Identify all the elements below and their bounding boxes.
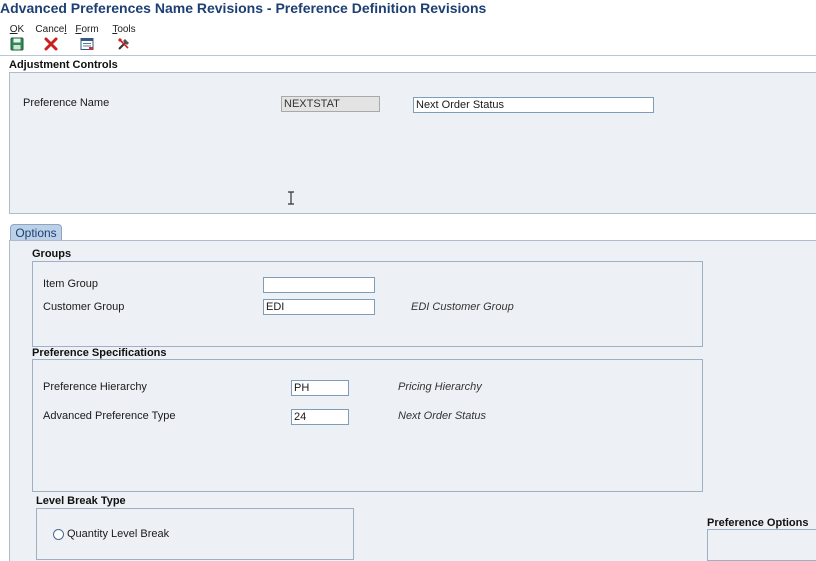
preference-name-code-field: NEXTSTAT: [281, 96, 380, 112]
cancel-button[interactable]: Cancel: [34, 24, 68, 52]
adjustment-controls-panel: Preference Name NEXTSTAT Next Order Stat…: [9, 72, 816, 214]
customer-group-label: Customer Group: [43, 301, 125, 313]
tools-label: Tools: [112, 24, 136, 35]
groups-box: Item Group Customer Group EDI EDI Custom…: [32, 261, 703, 347]
customer-group-description: EDI Customer Group: [411, 301, 514, 313]
form-icon: [80, 38, 94, 50]
level-break-type-box: Quantity Level Break: [36, 508, 354, 560]
advanced-preference-type-label: Advanced Preference Type: [43, 410, 176, 422]
preference-name-label: Preference Name: [23, 97, 110, 109]
save-icon: [10, 37, 24, 51]
form-button[interactable]: Form: [70, 24, 104, 52]
preference-name-description-field[interactable]: Next Order Status: [413, 97, 654, 113]
preference-hierarchy-description: Pricing Hierarchy: [398, 381, 482, 393]
quantity-level-break-label: Quantity Level Break: [67, 528, 170, 540]
customer-group-field[interactable]: EDI: [263, 299, 375, 315]
cancel-label: Cancel: [35, 24, 67, 35]
tools-icon: [118, 38, 129, 50]
preference-options-box: [707, 529, 816, 561]
preference-hierarchy-field[interactable]: PH: [291, 380, 349, 396]
tab-options[interactable]: Options: [10, 224, 62, 241]
ok-button[interactable]: OK: [0, 24, 34, 52]
preference-specifications-box: Preference Hierarchy PH Pricing Hierarch…: [32, 359, 703, 492]
groups-header: Groups: [32, 248, 72, 260]
item-group-field[interactable]: [263, 277, 375, 293]
preference-options-header: Preference Options: [707, 517, 809, 529]
text-cursor-icon: [288, 191, 294, 205]
level-break-type-header: Level Break Type: [36, 495, 126, 507]
adjustment-controls-header: Adjustment Controls: [9, 59, 118, 71]
preference-hierarchy-label: Preference Hierarchy: [43, 381, 147, 393]
item-group-label: Item Group: [43, 278, 99, 290]
ok-label: OK: [9, 24, 25, 35]
window-title: Advanced Preferences Name Revisions - Pr…: [0, 0, 487, 16]
tools-button[interactable]: Tools: [107, 24, 141, 52]
quantity-level-break-radio[interactable]: [53, 529, 64, 540]
advanced-preference-type-description: Next Order Status: [398, 410, 487, 422]
form-label: Form: [75, 24, 99, 35]
advanced-preference-type-field[interactable]: 24: [291, 409, 349, 425]
close-icon: [44, 37, 58, 51]
preference-specifications-header: Preference Specifications: [32, 347, 167, 359]
toolbar-divider: [0, 55, 816, 56]
